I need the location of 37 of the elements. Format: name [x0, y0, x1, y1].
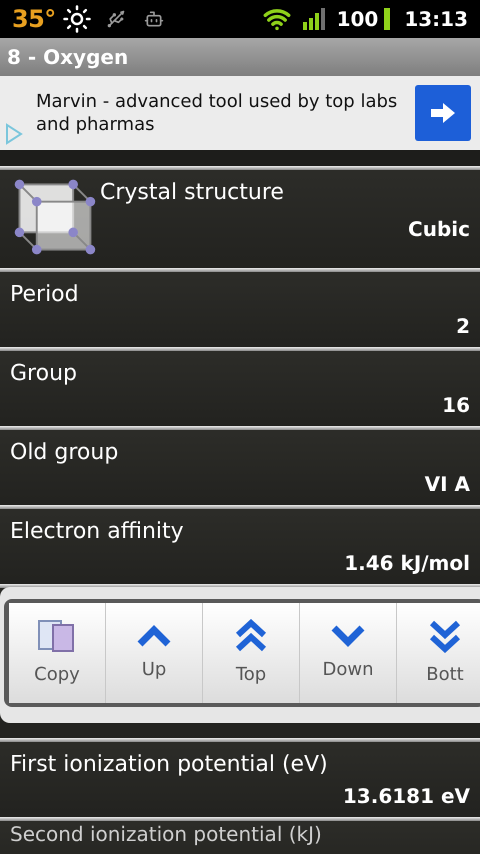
double-chevron-down-icon [428, 618, 462, 652]
play-icon [3, 122, 25, 146]
property-value: Cubic [408, 216, 470, 243]
toolbar-button[interactable]: Top [203, 603, 300, 703]
copy-icon [37, 618, 77, 652]
battery-level: 100 [336, 6, 378, 33]
battery-icon [384, 8, 390, 30]
clock: 13:13 [404, 6, 468, 33]
window-title: 8 - Oxygen [7, 44, 128, 71]
signal-icon [302, 8, 327, 30]
chevron-down-icon [330, 624, 366, 648]
property-value: 16 [442, 392, 470, 419]
toolbar-button[interactable]: Copy [9, 603, 106, 703]
robot-icon [144, 9, 164, 29]
toolbar-button[interactable]: Down [300, 603, 397, 703]
temperature: 35° [12, 4, 56, 35]
ad-banner[interactable]: Marvin - advanced tool used by top labs and pharmas [0, 76, 480, 150]
usb-icon [106, 9, 126, 29]
property-value: 13.6181 eV [342, 783, 470, 810]
property-label: Old group [10, 439, 118, 467]
property-label: Crystal structure [100, 179, 284, 207]
chevron-up-icon [136, 624, 172, 648]
property-label: Period [10, 281, 79, 309]
property-label: Electron affinity [10, 518, 184, 546]
property-value: 1.46 kJ/mol [344, 550, 470, 577]
property-label: Second ionization potential (kJ) [10, 823, 322, 845]
property-value: 2 [456, 313, 470, 340]
double-chevron-up-icon [234, 618, 268, 652]
property-label: Group [10, 360, 77, 388]
toolbar-button[interactable]: Up [106, 603, 203, 703]
toolbar-button[interactable]: Bott [397, 603, 480, 703]
sun-icon [62, 4, 92, 34]
property-value: VI A [424, 471, 470, 498]
ad-text: Marvin - advanced tool used by top labs and pharmas [36, 90, 398, 136]
right-arrow-icon [429, 102, 457, 124]
property-label: First ionization potential (eV) [10, 751, 328, 779]
ad-arrow-button[interactable] [415, 85, 471, 141]
